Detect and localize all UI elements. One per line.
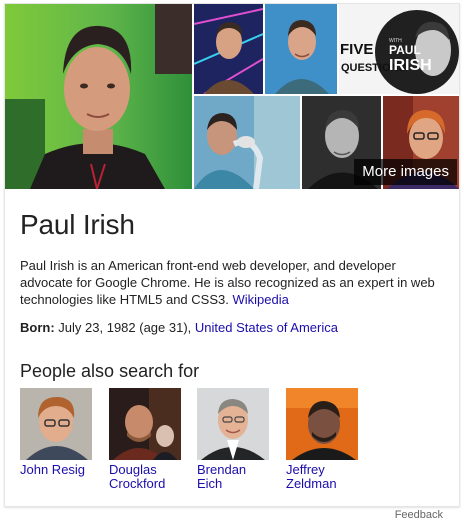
person-name-line1: Jeffrey: [286, 462, 325, 477]
born-fact: Born: July 23, 1982 (age 31), United Sta…: [20, 319, 338, 336]
person-avatar[interactable]: [109, 388, 181, 460]
person-name[interactable]: John Resig: [20, 463, 96, 477]
image-collage: FIVE QUESTIONS WITH PAUL IRISH More imag…: [5, 4, 459, 189]
collage-text-five: FIVE: [340, 41, 373, 58]
person-douglas-crockford[interactable]: Douglas Crockford: [109, 388, 185, 491]
collage-text-irish: IRISH: [389, 57, 432, 74]
person-avatar[interactable]: [197, 388, 269, 460]
person-name[interactable]: Jeffrey Zeldman: [286, 463, 362, 491]
entity-description: Paul Irish is an American front-end web …: [20, 257, 450, 308]
knowledge-panel: FIVE QUESTIONS WITH PAUL IRISH More imag…: [4, 3, 460, 507]
people-also-search-heading: People also search for: [20, 361, 200, 381]
person-name-line2: Crockford: [109, 476, 166, 491]
five-questions-graphic[interactable]: FIVE QUESTIONS WITH PAUL IRISH: [339, 4, 459, 94]
collage-text-paul: PAUL: [389, 43, 421, 57]
person-john-resig[interactable]: John Resig: [20, 388, 96, 477]
person-name-line2: Eich: [197, 476, 223, 491]
photo-5[interactable]: [194, 96, 300, 189]
entity-title: Paul Irish: [20, 209, 135, 240]
person-name[interactable]: Douglas Crockford: [109, 463, 185, 491]
born-place-link[interactable]: United States of America: [195, 320, 338, 335]
person-jeffrey-zeldman[interactable]: Jeffrey Zeldman: [286, 388, 362, 491]
photo-2[interactable]: [194, 4, 263, 94]
wikipedia-link[interactable]: Wikipedia: [232, 292, 288, 307]
person-name-line1: John Resig: [20, 462, 86, 477]
more-images-button[interactable]: More images: [354, 159, 457, 185]
born-value: July 23, 1982 (age 31),: [58, 320, 192, 335]
person-avatar[interactable]: [20, 388, 92, 460]
photo-3[interactable]: [265, 4, 337, 94]
person-brendan-eich[interactable]: Brendan Eich: [197, 388, 273, 491]
person-avatar[interactable]: [286, 388, 358, 460]
person-name-line2: Zeldman: [286, 476, 337, 491]
person-name-line1: Douglas: [109, 462, 157, 477]
person-name[interactable]: Brendan Eich: [197, 463, 273, 491]
person-name-line1: Brendan: [197, 462, 247, 477]
main-photo[interactable]: [5, 4, 192, 189]
description-text: Paul Irish is an American front-end web …: [20, 258, 435, 307]
feedback-link[interactable]: Feedback: [395, 509, 443, 521]
born-label: Born:: [20, 320, 55, 335]
